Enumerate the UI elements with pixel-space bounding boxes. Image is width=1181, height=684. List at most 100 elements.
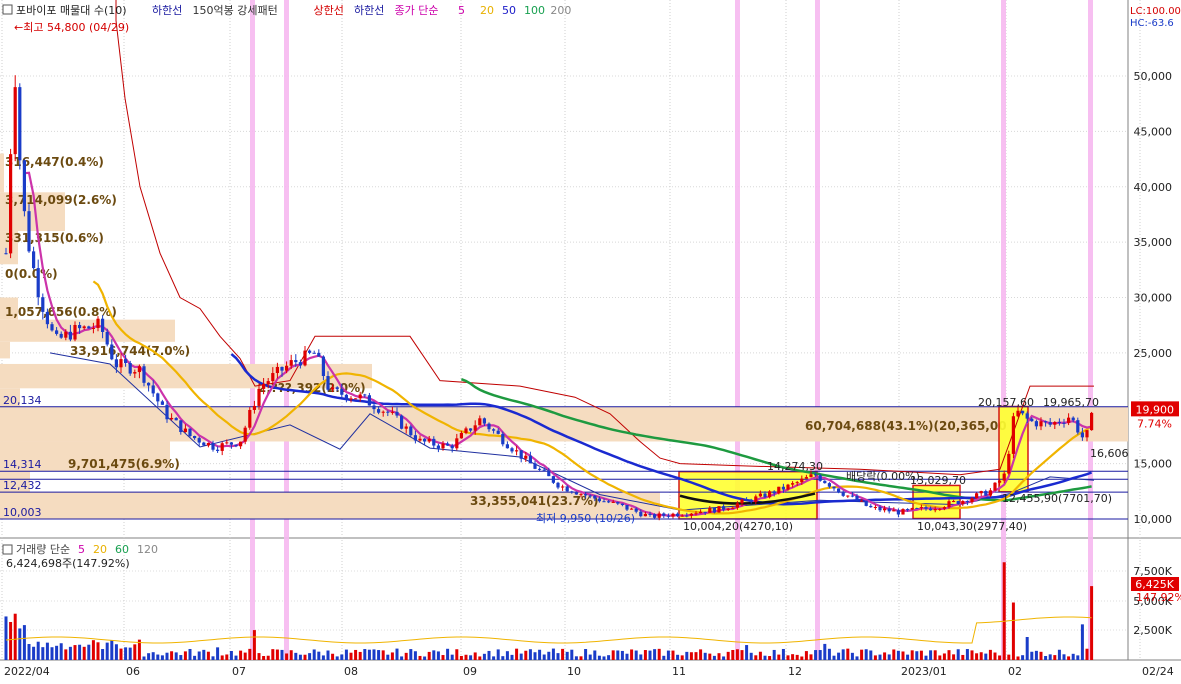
candle-body	[653, 514, 657, 518]
legend-item: 20	[480, 4, 494, 17]
volume-bar	[547, 651, 551, 660]
candle-body	[1007, 453, 1011, 474]
volume-bar	[634, 650, 638, 660]
candle-body	[597, 498, 601, 502]
volume-bar	[59, 643, 63, 660]
candle-body	[795, 482, 799, 484]
highlight-band	[1001, 0, 1006, 660]
chart-canvas[interactable]: 60,704,688(43.1%)(20,365,00 9,701,475(6.9…	[0, 0, 1181, 680]
volume-bar	[206, 651, 210, 660]
candle-body	[381, 411, 385, 413]
profile-bar	[0, 153, 4, 193]
volume-bar	[505, 651, 509, 660]
candle-body	[308, 350, 312, 353]
volume-bar	[850, 652, 854, 660]
volume-bar	[551, 648, 555, 660]
legend-checkbox[interactable]	[2, 4, 13, 15]
volume-bar	[335, 656, 339, 660]
volume-bar	[294, 652, 298, 660]
candle-body	[1016, 410, 1020, 417]
price-tick-label: 10,000	[1134, 513, 1173, 526]
candle-body	[837, 488, 841, 493]
candle-body	[570, 491, 574, 493]
candle-body	[165, 404, 169, 420]
candle-body	[768, 491, 772, 498]
candle-body	[929, 508, 933, 511]
volume-bar	[1034, 650, 1038, 660]
stock-chart[interactable]: 60,704,688(43.1%)(20,365,00 9,701,475(6.9…	[0, 0, 1181, 680]
volume-bar	[13, 613, 17, 660]
candle-body	[680, 515, 684, 517]
time-tick-label: 11	[672, 665, 686, 678]
trend-label: 배당락(0.00%)	[846, 470, 920, 483]
volume-bar	[386, 654, 390, 660]
volume-bar	[455, 649, 459, 660]
price-tick-label: 45,000	[1134, 125, 1173, 138]
candle-body	[482, 418, 486, 424]
volume-bar	[625, 653, 629, 660]
volume-bar	[984, 653, 988, 660]
candle-body	[501, 433, 505, 445]
volume-bar	[390, 652, 394, 660]
volume-bar	[1044, 656, 1048, 660]
high-label: ←최고 54,800 (04/29)	[14, 21, 129, 34]
candle-body	[367, 395, 371, 406]
volume-bar	[703, 652, 707, 660]
candle-body	[1034, 421, 1038, 427]
candle-body	[703, 511, 707, 513]
volume-checkbox[interactable]	[2, 544, 13, 555]
candle-body	[225, 442, 229, 444]
candle-body	[579, 494, 583, 496]
candle-body	[726, 508, 730, 510]
legend-item: 하한선	[354, 3, 384, 17]
volume-bar	[469, 655, 473, 660]
volume-bar	[768, 656, 772, 660]
candle-body	[160, 401, 164, 405]
candle-body	[197, 438, 201, 443]
candle-body	[827, 483, 831, 487]
volume-tick-label: 2,500K	[1133, 624, 1172, 637]
volume-bar	[607, 655, 611, 660]
price-tick-label: 15,000	[1134, 458, 1173, 471]
volume-bar	[694, 652, 698, 660]
candle-body	[423, 438, 427, 442]
candle-body	[105, 331, 109, 345]
candle-body	[36, 268, 40, 298]
volume-bar	[933, 650, 937, 660]
candle-body	[492, 429, 496, 431]
volume-bar	[708, 653, 712, 660]
volume-bar	[197, 651, 201, 660]
volume-bar	[814, 650, 818, 660]
candle-body	[386, 411, 390, 413]
candle-body	[515, 450, 519, 452]
volume-bar	[45, 642, 49, 660]
highlight-band	[250, 0, 255, 660]
volume-bar	[202, 649, 206, 660]
volume-bar	[409, 649, 413, 660]
volume-bar	[496, 649, 500, 660]
candle-body	[602, 501, 606, 503]
candle-body	[496, 430, 500, 434]
candle-body	[593, 495, 597, 499]
volume-bar	[321, 655, 325, 660]
candle-body	[257, 388, 261, 406]
volume-bar	[588, 654, 592, 660]
price-tick-label: 25,000	[1134, 347, 1173, 360]
candle-body	[763, 493, 767, 498]
candle-body	[561, 486, 565, 488]
volume-bar	[174, 652, 178, 660]
candle-body	[18, 87, 22, 161]
highlight-band	[735, 0, 740, 660]
candle-body	[542, 469, 546, 471]
candle-body	[335, 387, 339, 390]
candle-body	[630, 508, 634, 510]
volume-bar	[593, 650, 597, 660]
candle-body	[717, 506, 721, 513]
volume-bar	[823, 643, 827, 660]
candle-body	[565, 486, 569, 492]
legend-item: 50	[502, 4, 516, 17]
candle-body	[556, 482, 560, 488]
profile-label: 33,916,744(7.0%)	[70, 344, 190, 358]
volume-bar	[777, 654, 781, 660]
candle-body	[639, 511, 643, 517]
